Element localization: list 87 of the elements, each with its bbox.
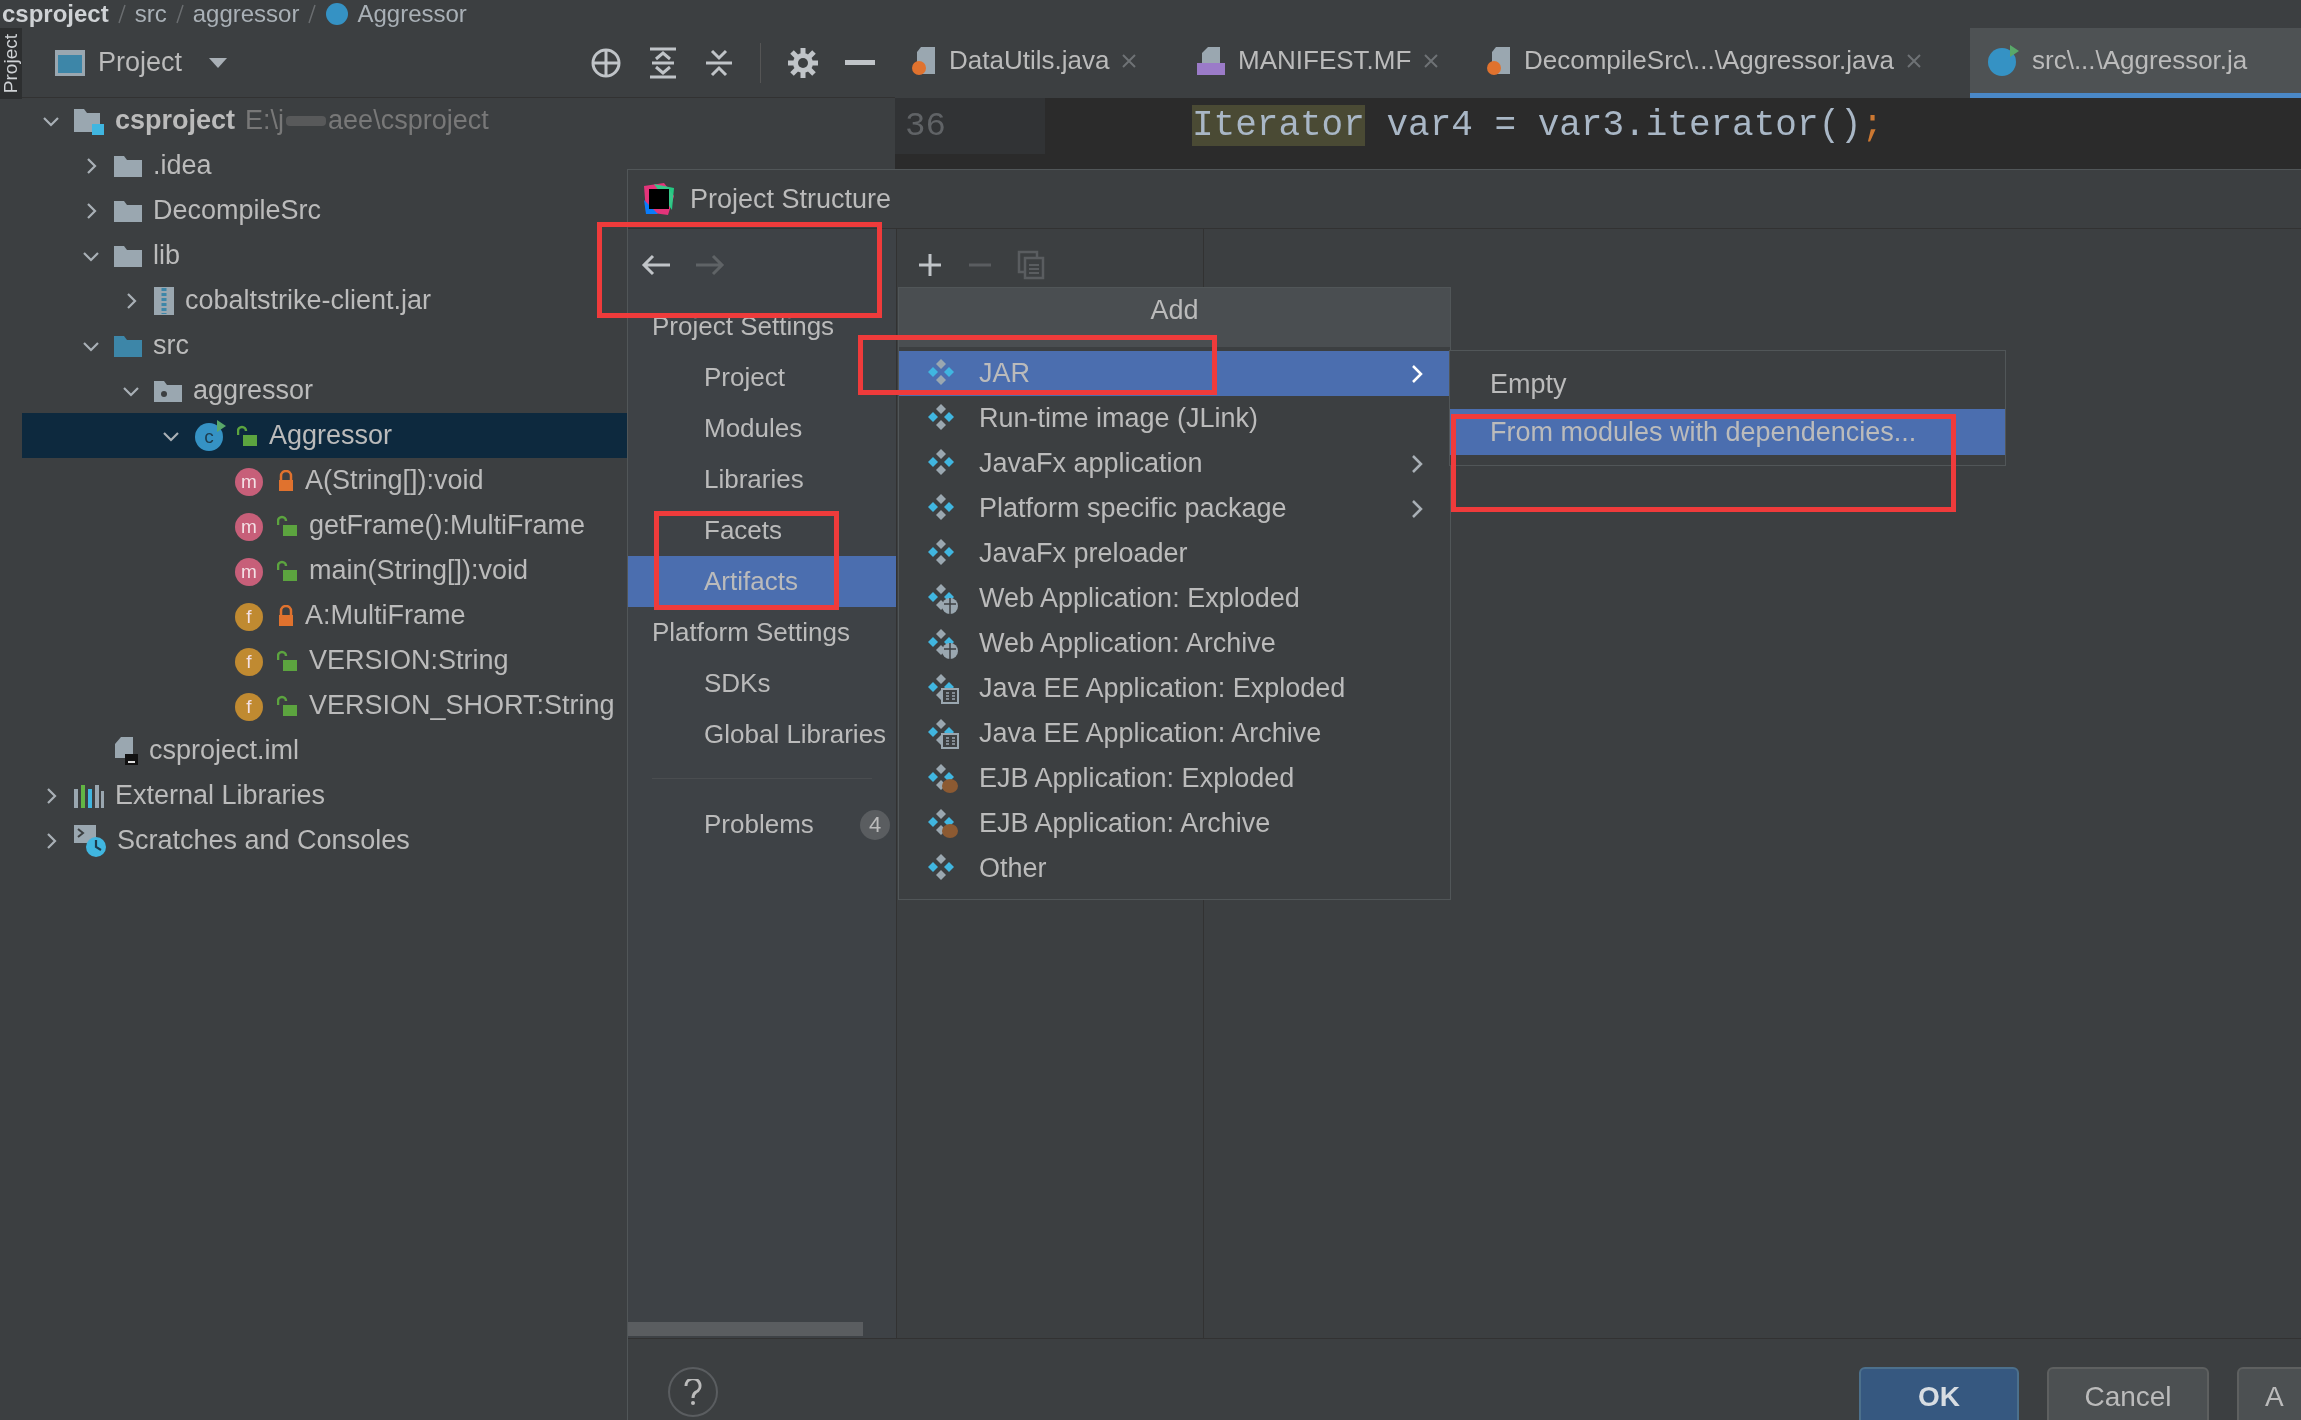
scrollbar-thumb[interactable] (628, 1322, 863, 1336)
tree-item-label: main(String[]):void (309, 554, 529, 588)
breadcrumb[interactable]: Aggressor (357, 1, 467, 27)
section-header: Platform Settings (652, 616, 850, 649)
count-badge: 4 (860, 809, 890, 840)
bean-artifact-icon (927, 762, 959, 795)
sidebar-item[interactable]: SDKs (628, 658, 896, 709)
tree-item-label: VERSION_SHORT:String (309, 689, 615, 723)
menu-item[interactable]: JavaFx preloader (899, 531, 1450, 576)
code-line: Iterator var4 = var3.iterator(); (1192, 104, 1884, 148)
sidebar-item[interactable]: Problems 4 (628, 799, 896, 850)
class-icon (1986, 44, 2020, 77)
app-logo-icon (642, 182, 676, 216)
sidebar-item[interactable]: Facets (628, 505, 896, 556)
java-file-icon (911, 45, 937, 76)
tree-item-label: lib (153, 239, 180, 273)
back-arrow-icon[interactable] (640, 253, 672, 277)
menu-item[interactable]: Web Application: Exploded (899, 576, 1450, 621)
tree-item-label: VERSION:String (309, 644, 509, 678)
bean-artifact-icon (927, 807, 959, 840)
menu-item[interactable]: EJB Application: Exploded (899, 756, 1450, 801)
menu-item[interactable]: Java EE Application: Exploded (899, 666, 1450, 711)
settings-icon[interactable] (787, 46, 819, 79)
editor-tab[interactable]: DataUtils.java (895, 28, 1180, 98)
enterprise-artifact-icon (927, 672, 959, 705)
web-artifact-icon (927, 627, 959, 660)
menu-item[interactable]: JavaFx application (899, 441, 1450, 486)
menu-item[interactable]: Platform specific package (899, 486, 1450, 531)
libraries-icon (73, 782, 105, 809)
tree-item-label: getFrame():MultiFrame (309, 509, 586, 543)
menu-item[interactable]: Java EE Application: Archive (899, 711, 1450, 756)
path-text: E:\j (245, 104, 285, 138)
breadcrumb[interactable]: src (134, 1, 167, 27)
tree-item-label: A:MultiFrame (305, 599, 466, 633)
menu-item[interactable]: Run-time image (JLink) (899, 396, 1450, 441)
class-icon (325, 2, 350, 26)
manifest-file-icon (1196, 45, 1226, 76)
sidebar-item[interactable]: Global Libraries (628, 709, 896, 760)
menu-title: Add (899, 288, 1450, 347)
breadcrumb[interactable]: csproject (2, 1, 109, 27)
tree-item-label: Aggressor (269, 419, 393, 453)
separator-icon (174, 3, 185, 25)
path-text: aee\csproject (328, 104, 489, 138)
scratches-icon (73, 823, 107, 858)
menu-item[interactable]: Other (899, 846, 1450, 891)
expand-all-icon[interactable] (648, 46, 678, 79)
menu-item[interactable]: Web Application: Archive (899, 621, 1450, 666)
sidebar-item[interactable]: Project (628, 352, 896, 403)
locate-icon[interactable] (590, 46, 622, 79)
tree-row[interactable]: lib (22, 233, 895, 278)
dropdown-caret-icon[interactable] (208, 56, 229, 69)
side-tab[interactable]: Project (0, 28, 22, 100)
add-icon[interactable] (917, 252, 943, 278)
section-header: Project Settings (652, 310, 835, 343)
tree-item-label: DecompileSrc (153, 194, 322, 228)
dialog-button[interactable]: Cancel (2047, 1367, 2209, 1420)
blurred-text (286, 115, 327, 126)
window-icon (54, 48, 86, 77)
menu-item[interactable]: Empty (1450, 361, 2005, 407)
dialog-button[interactable]: A (2237, 1367, 2301, 1420)
editor-tab[interactable]: DecompileSrc\...\Aggressor.java (1470, 28, 1970, 98)
help-button[interactable] (668, 1367, 718, 1417)
tree-item-label: A(String[]):void (305, 464, 484, 498)
tree-item-label: Scratches and Consoles (117, 824, 410, 858)
breadcrumb[interactable]: aggressor (192, 1, 300, 27)
ok-button[interactable]: OK (1859, 1367, 2019, 1420)
separator-icon (307, 3, 318, 25)
panel-title[interactable]: Project (98, 42, 183, 83)
tree-item-label: csproject (115, 104, 236, 138)
tree-item-label: csproject.iml (149, 734, 300, 768)
editor-tab[interactable]: MANIFEST.MF (1180, 28, 1470, 98)
tree-item-label: External Libraries (115, 779, 326, 813)
tree-row[interactable]: csproject E:\j aee\csproject (22, 98, 895, 143)
minimize-icon[interactable] (845, 59, 875, 66)
archive-icon (153, 285, 175, 316)
file-icon (113, 735, 139, 766)
tree-item-label: src (153, 329, 189, 363)
separator-icon (116, 3, 127, 25)
tree-item-label: .idea (153, 149, 212, 183)
web-artifact-icon (927, 582, 959, 615)
tree-item-label: aggressor (193, 374, 314, 408)
help-icon (684, 1379, 702, 1405)
java-file-icon (1486, 45, 1512, 76)
enterprise-artifact-icon (927, 717, 959, 750)
editor-tab[interactable]: src\...\Aggressor.ja (1970, 28, 2301, 98)
tree-item-label: cobaltstrike-client.jar (185, 284, 432, 318)
menu-item[interactable]: EJB Application: Archive (899, 801, 1450, 846)
